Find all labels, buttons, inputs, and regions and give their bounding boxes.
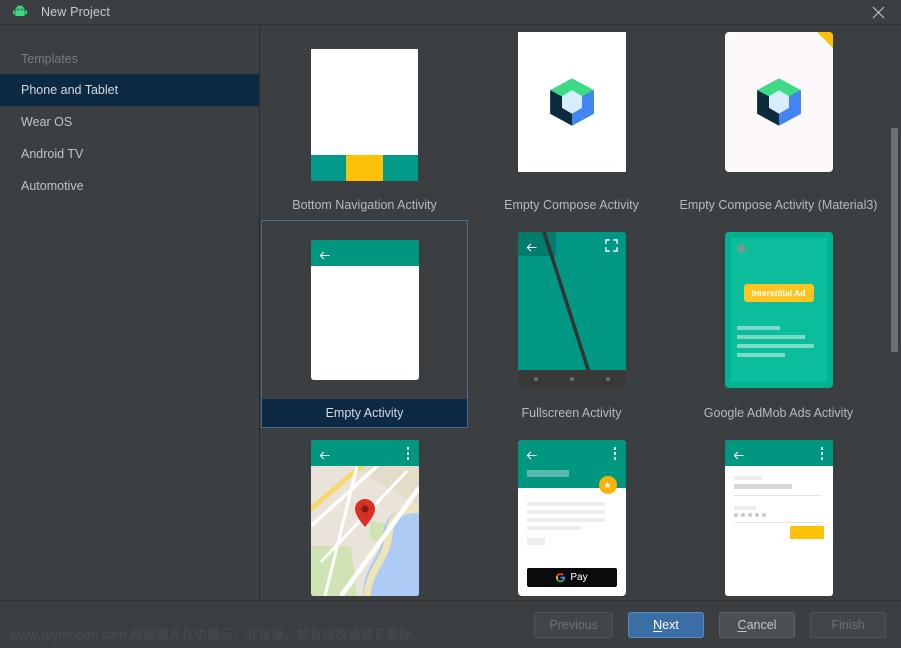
template-card-fullscreen-activity[interactable]: Fullscreen Activity [468,220,675,428]
window-title: New Project [41,5,111,19]
template-label: Empty Compose Activity [504,198,639,212]
expand-fullscreen-icon [604,239,618,257]
jetpack-compose-icon [756,78,801,126]
sidebar-item-automotive[interactable]: Automotive [0,170,259,202]
google-pay-label: Pay [570,572,588,583]
new-project-dialog: New Project Templates Phone and Tablet W… [0,0,901,648]
thumbnail-fullscreen [469,221,674,399]
thumbnail-bottom-navigation [262,26,467,191]
sign-in-button-graphic [789,526,824,539]
template-grid: Bottom Navigation Activity Empty Compose… [261,26,882,600]
title-bar: New Project [0,0,901,25]
star-fab-icon: ★ [598,476,617,494]
template-card-google-admob-ads-activity[interactable]: Interstitial Ad Google AdMob Ads Activit… [675,220,882,428]
thumbnail-admob: Interstitial Ad [676,221,881,399]
templates-sidebar: Templates Phone and Tablet Wear OS Andro… [0,26,260,600]
sidebar-item-phone-and-tablet[interactable]: Phone and Tablet [0,74,259,106]
next-button[interactable]: Next [628,612,704,638]
overflow-menu-icon [613,447,617,460]
sidebar-group-templates: Templates [21,52,78,66]
jetpack-compose-icon [549,78,594,126]
google-pay-button: Pay [526,568,617,587]
cancel-button[interactable]: Cancel [719,612,795,638]
template-scrollbar-thumb[interactable] [891,128,898,352]
template-card-google-maps-activity[interactable]: Google Maps Activity [261,428,468,600]
back-arrow-icon [526,448,537,460]
dialog-button-row: Previous Next Cancel Finish [534,612,886,638]
new-badge-icon [816,32,833,48]
template-card-login-activity[interactable]: Login Activity [675,428,882,600]
close-icon[interactable] [855,0,901,25]
template-label: Empty Compose Activity (Material3) [679,198,878,212]
template-card-empty-compose-activity[interactable]: Empty Compose Activity [468,26,675,220]
watermark-text: www.toymoban.com 网络图片仅供展示，非存储，如有侵权请联系删除。 [10,628,425,642]
next-button-label: Next [653,618,679,632]
cancel-button-label: Cancel [737,618,777,632]
thumbnail-google-pay: ★ Pay [469,429,674,600]
thumbnail-empty-activity [262,221,467,399]
previous-button[interactable]: Previous [534,612,613,638]
thumbnail-compose-logo [469,26,674,191]
back-arrow-icon [526,240,537,252]
google-g-icon [556,573,566,583]
template-label: Empty Activity [262,399,467,427]
template-label: Fullscreen Activity [521,406,622,420]
overflow-menu-icon [820,447,824,460]
template-card-bottom-navigation-activity[interactable]: Bottom Navigation Activity [261,26,468,220]
finish-button[interactable]: Finish [810,612,886,638]
overflow-menu-icon [406,447,410,460]
back-arrow-icon [733,448,744,460]
thumbnail-login [676,429,881,600]
back-arrow-icon [319,248,330,260]
sidebar-item-android-tv[interactable]: Android TV [0,138,259,170]
map-graphic [310,466,419,596]
dialog-footer: www.toymoban.com 网络图片仅供展示，非存储，如有侵权请联系删除。… [0,600,901,648]
sidebar-item-wear-os[interactable]: Wear OS [0,106,259,138]
template-grid-panel: Bottom Navigation Activity Empty Compose… [261,26,901,600]
template-label: Bottom Navigation Activity [292,198,437,212]
interstitial-ad-badge: Interstitial Ad [743,284,814,302]
thumbnail-compose-logo-material3 [676,26,881,191]
android-robot-icon [12,4,28,20]
thumbnail-maps [262,429,467,600]
back-arrow-icon [319,448,330,460]
template-card-empty-activity[interactable]: Empty Activity [261,220,468,428]
template-label: Google AdMob Ads Activity [703,406,854,420]
template-card-google-pay-activity[interactable]: ★ Pay [468,428,675,600]
template-card-empty-compose-activity-material3[interactable]: Empty Compose Activity (Material3) [675,26,882,220]
